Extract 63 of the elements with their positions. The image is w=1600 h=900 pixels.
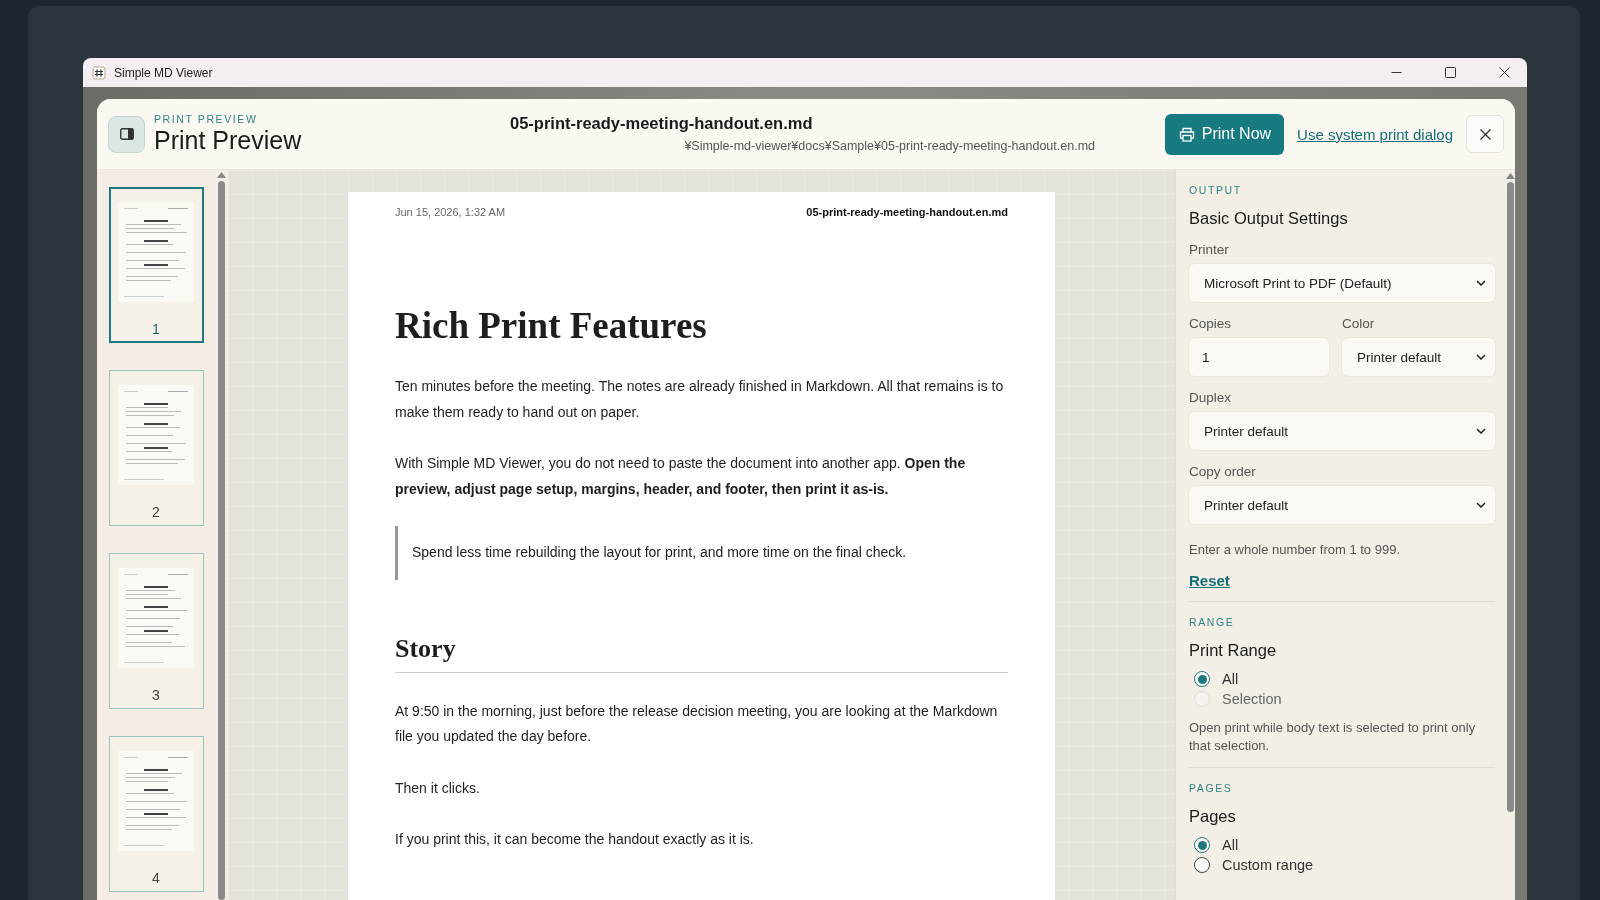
radio-button[interactable] bbox=[1194, 837, 1210, 853]
section-eyebrow: OUTPUT bbox=[1189, 184, 1243, 196]
chevron-down-icon bbox=[1476, 502, 1486, 508]
window-title: Simple MD Viewer bbox=[114, 65, 213, 80]
printer-select[interactable]: Microsoft Print to PDF (Default) bbox=[1189, 264, 1495, 302]
section-eyebrow: PRINT PREVIEW bbox=[154, 113, 259, 125]
section-title: Pages bbox=[1189, 807, 1237, 826]
section-title: Basic Output Settings bbox=[1189, 209, 1349, 228]
maximize-icon bbox=[1444, 67, 1456, 78]
field-label: Printer bbox=[1189, 242, 1230, 257]
radio-label: Selection bbox=[1222, 691, 1282, 707]
print-now-button[interactable]: Print Now bbox=[1164, 113, 1285, 155]
close-button[interactable] bbox=[1466, 115, 1504, 153]
page-header-date: Jun 15, 2026, 1:32 AM bbox=[395, 206, 506, 218]
field-label: Copies bbox=[1189, 316, 1233, 331]
field-label: Duplex bbox=[1189, 390, 1233, 405]
quote-text: Spend less time rebuilding the layout for print, and more time on the final check. bbox=[412, 543, 908, 562]
paragraph: Ten minutes before the meeting. The notes are already finished in Markdown. All that remains is to make them ready to hand out on paper. bbox=[395, 377, 1005, 422]
hint-text: Open print while body text is selected to print only that selection. bbox=[1189, 719, 1477, 755]
section-heading: Story bbox=[395, 631, 1008, 673]
page-thumbnail[interactable]: 4 bbox=[108, 736, 204, 892]
sidebar-toggle-button[interactable] bbox=[108, 115, 145, 153]
paragraph: Then it clicks. bbox=[395, 778, 481, 798]
radio-label: All bbox=[1222, 671, 1239, 687]
chevron-down-icon bbox=[1476, 354, 1486, 360]
page-thumbnail[interactable]: 3 bbox=[108, 553, 204, 709]
close-icon bbox=[1498, 67, 1510, 78]
scrollbar-thumb[interactable] bbox=[1506, 182, 1514, 812]
field-label: Color bbox=[1342, 316, 1376, 331]
chevron-down-icon bbox=[1476, 428, 1486, 434]
panel-icon bbox=[119, 128, 134, 140]
page-header-file: 05-print-ready-meeting-handout.en.md bbox=[806, 206, 1008, 218]
document-heading: Rich Print Features bbox=[395, 304, 708, 348]
field-label: Copy order bbox=[1189, 464, 1257, 479]
copies-field[interactable]: 1 bbox=[1189, 338, 1329, 376]
scrollbar-thumb[interactable] bbox=[218, 180, 225, 900]
paragraph: If you print this, it can become the handout exactly as it is. bbox=[395, 830, 755, 849]
scroll-up-icon[interactable] bbox=[1505, 173, 1515, 179]
close-icon bbox=[1479, 128, 1491, 140]
chevron-down-icon bbox=[1476, 280, 1486, 286]
section-eyebrow: PAGES bbox=[1189, 782, 1234, 794]
color-select[interactable]: Printer default bbox=[1342, 338, 1495, 376]
copy-order-select[interactable]: Printer default bbox=[1189, 486, 1495, 524]
radio-label: Custom range bbox=[1222, 857, 1314, 873]
scroll-up-icon[interactable] bbox=[217, 172, 226, 178]
page-thumbnail[interactable]: 1 bbox=[108, 187, 204, 343]
duplex-select[interactable]: Printer default bbox=[1189, 412, 1495, 450]
printer-icon bbox=[1178, 126, 1195, 142]
paragraph: At 9:50 in the morning, just before the release decision meeting, you are looking at the Markdown file you updated the day before. bbox=[395, 701, 999, 746]
system-print-dialog-link[interactable]: Use system print dialog bbox=[1297, 125, 1453, 143]
reset-link[interactable]: Reset bbox=[1189, 572, 1230, 589]
app-icon bbox=[92, 65, 106, 80]
hint-text: Enter a whole number from 1 to 999. bbox=[1189, 541, 1401, 559]
paragraph: With Simple MD Viewer, you do not need to paste the document into another app. Open the preview, adjust page setup, margins, header, and footer, then print it as-is. bbox=[395, 454, 967, 499]
section-title: Print Range bbox=[1189, 641, 1278, 660]
file-name: 05-print-ready-meeting-handout.en.md bbox=[510, 113, 813, 133]
page-thumbnail[interactable]: 2 bbox=[108, 370, 204, 526]
radio-label: All bbox=[1222, 837, 1239, 853]
radio-button[interactable] bbox=[1194, 671, 1210, 687]
dialog-title: Print Preview bbox=[154, 125, 303, 155]
section-eyebrow: RANGE bbox=[1189, 616, 1236, 628]
file-path: ¥Simple-md-viewer¥docs¥Sample¥05-print-ready-meeting-handout.en.md bbox=[684, 138, 1095, 153]
radio-button[interactable] bbox=[1194, 857, 1210, 873]
